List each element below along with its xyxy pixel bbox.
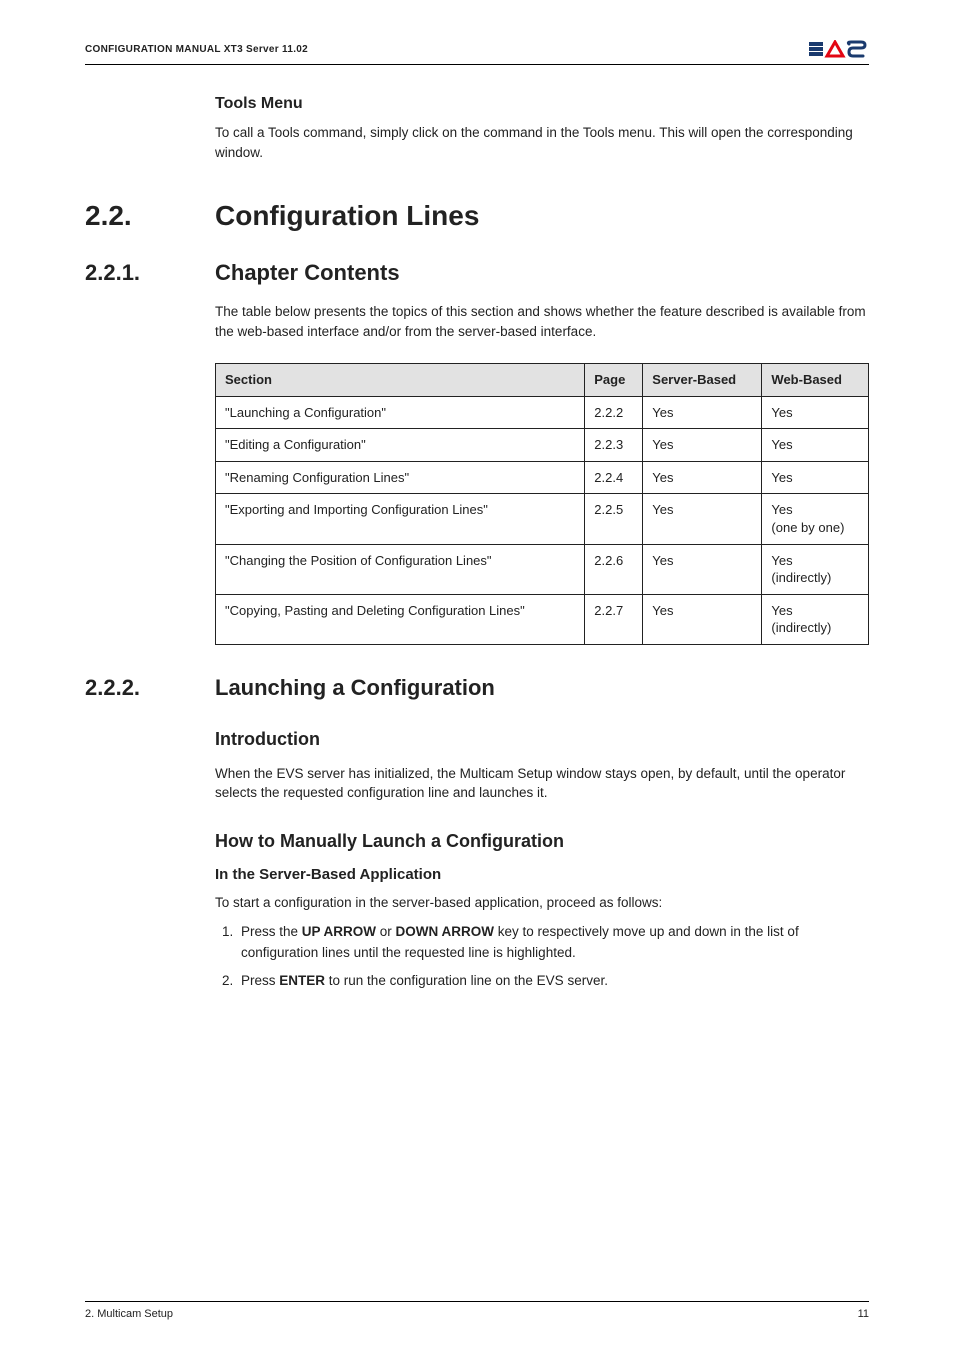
- evs-logo: [809, 40, 869, 58]
- server-app-heading: In the Server-Based Application: [215, 866, 869, 883]
- table-cell: 2.2.2: [585, 396, 643, 429]
- step1-b: UP ARROW: [302, 924, 376, 939]
- table-header-row: Section Page Server-Based Web-Based: [216, 364, 869, 397]
- introduction-heading: Introduction: [215, 729, 869, 750]
- section-2-2-1-title: Chapter Contents: [215, 260, 400, 286]
- table-cell: 2.2.5: [585, 494, 643, 544]
- table-row: "Copying, Pasting and Deleting Configura…: [216, 594, 869, 644]
- table-cell: Yes (one by one): [762, 494, 869, 544]
- section-2-2-1-intro: The table below presents the topics of t…: [215, 302, 869, 341]
- step-2: Press ENTER to run the configuration lin…: [237, 971, 869, 991]
- table-row: "Editing a Configuration"2.2.3YesYes: [216, 429, 869, 462]
- section-2-2-num: 2.2.: [85, 200, 215, 232]
- table-cell: 2.2.4: [585, 461, 643, 494]
- table-cell: Yes: [643, 594, 762, 644]
- table-cell: 2.2.6: [585, 544, 643, 594]
- table-cell: 2.2.3: [585, 429, 643, 462]
- th-section: Section: [216, 364, 585, 397]
- step2-a: Press: [241, 973, 279, 988]
- table-row: "Changing the Position of Configuration …: [216, 544, 869, 594]
- table-cell: Yes: [762, 396, 869, 429]
- page-header: CONFIGURATION MANUAL XT3 Server 11.02: [85, 40, 869, 65]
- table-row: "Exporting and Importing Configuration L…: [216, 494, 869, 544]
- section-2-2-title: Configuration Lines: [215, 200, 479, 232]
- table-cell: Yes: [643, 396, 762, 429]
- section-2-2-2: 2.2.2. Launching a Configuration: [85, 675, 869, 701]
- chapter-contents-table: Section Page Server-Based Web-Based "Lau…: [215, 363, 869, 644]
- table-cell: "Copying, Pasting and Deleting Configura…: [216, 594, 585, 644]
- th-web: Web-Based: [762, 364, 869, 397]
- footer-left: 2. Multicam Setup: [85, 1308, 173, 1320]
- table-cell: Yes: [762, 461, 869, 494]
- table-cell: Yes (indirectly): [762, 594, 869, 644]
- step2-b: ENTER: [279, 973, 325, 988]
- table-cell: 2.2.7: [585, 594, 643, 644]
- table-cell: "Renaming Configuration Lines": [216, 461, 585, 494]
- section-2-2-2-num: 2.2.2.: [85, 675, 215, 701]
- step1-a: Press the: [241, 924, 302, 939]
- table-body: "Launching a Configuration"2.2.2YesYes"E…: [216, 396, 869, 644]
- section-2-2-1-num: 2.2.1.: [85, 260, 215, 286]
- table-row: "Renaming Configuration Lines"2.2.4YesYe…: [216, 461, 869, 494]
- table-row: "Launching a Configuration"2.2.2YesYes: [216, 396, 869, 429]
- step-1: Press the UP ARROW or DOWN ARROW key to …: [237, 922, 869, 963]
- server-app-text: To start a configuration in the server-b…: [215, 893, 869, 913]
- footer-right: 11: [858, 1308, 869, 1320]
- steps-list: Press the UP ARROW or DOWN ARROW key to …: [215, 922, 869, 991]
- table-cell: Yes: [643, 461, 762, 494]
- table-cell: Yes (indirectly): [762, 544, 869, 594]
- page-footer: 2. Multicam Setup 11: [85, 1301, 869, 1320]
- table-cell: "Exporting and Importing Configuration L…: [216, 494, 585, 544]
- step1-c: or: [376, 924, 396, 939]
- step2-c: to run the configuration line on the EVS…: [325, 973, 608, 988]
- tools-menu-text: To call a Tools command, simply click on…: [215, 123, 869, 162]
- section-2-2-2-title: Launching a Configuration: [215, 675, 495, 701]
- table-cell: Yes: [643, 429, 762, 462]
- section-2-2: 2.2. Configuration Lines: [85, 200, 869, 232]
- th-server: Server-Based: [643, 364, 762, 397]
- step1-d: DOWN ARROW: [396, 924, 494, 939]
- table-cell: Yes: [762, 429, 869, 462]
- table-cell: Yes: [643, 544, 762, 594]
- howto-heading: How to Manually Launch a Configuration: [215, 831, 869, 852]
- table-cell: "Changing the Position of Configuration …: [216, 544, 585, 594]
- introduction-text: When the EVS server has initialized, the…: [215, 764, 869, 803]
- th-page: Page: [585, 364, 643, 397]
- header-title: CONFIGURATION MANUAL XT3 Server 11.02: [85, 44, 308, 55]
- table-cell: Yes: [643, 494, 762, 544]
- table-cell: "Launching a Configuration": [216, 396, 585, 429]
- tools-menu-heading: Tools Menu: [215, 95, 869, 113]
- section-2-2-1: 2.2.1. Chapter Contents: [85, 260, 869, 286]
- table-cell: "Editing a Configuration": [216, 429, 585, 462]
